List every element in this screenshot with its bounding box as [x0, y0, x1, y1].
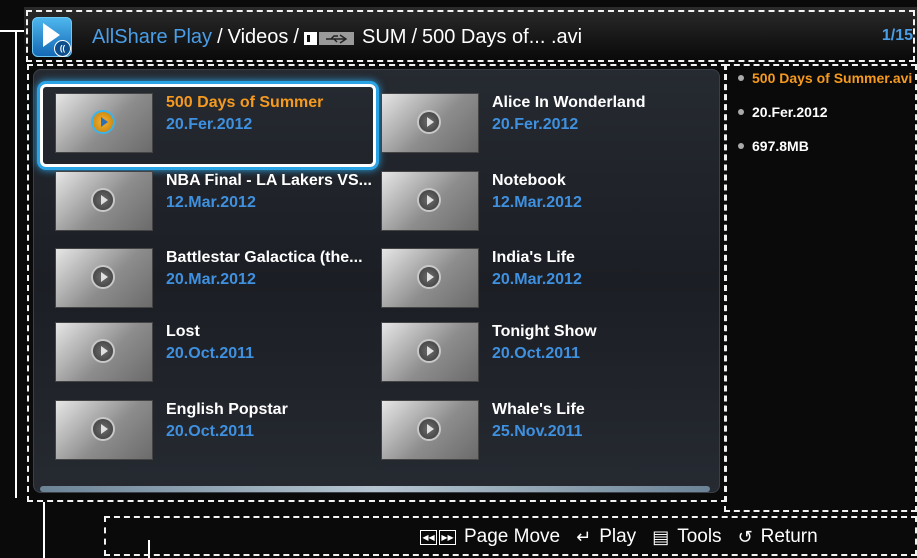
breadcrumb-app[interactable]: AllShare Play [92, 26, 212, 49]
forward-key-icon: ▶▶ [439, 529, 456, 545]
video-thumbnail [382, 172, 478, 230]
video-title: NBA Final - LA Lakers VS... [166, 172, 372, 189]
video-thumbnail [382, 94, 478, 152]
tools-icon: ▤ [652, 526, 670, 547]
return-icon: ↺ [737, 526, 753, 547]
breadcrumb-file: 500 Days of... .avi [422, 25, 583, 48]
video-thumbnail [56, 172, 152, 230]
video-item[interactable]: Alice In Wonderland 20.Fer.2012 [382, 94, 702, 162]
page-indicator: 1/15 [881, 27, 913, 44]
tools-hint[interactable]: ▤ Tools [652, 526, 721, 548]
video-date: 20.Oct.2011 [166, 423, 255, 440]
video-date: 20.Oct.2011 [492, 345, 581, 362]
breadcrumb-separator: / [293, 25, 299, 48]
video-date: 20.Mar.2012 [492, 271, 582, 288]
video-date: 20.Oct.2011 [166, 345, 255, 362]
play-icon [419, 267, 439, 287]
tools-label: Tools [677, 526, 722, 547]
play-icon [93, 190, 113, 210]
video-date: 20.Fer.2012 [166, 116, 253, 133]
breadcrumb-separator: / [217, 25, 223, 48]
page-move-label: Page Move [464, 526, 561, 547]
video-thumbnail [56, 249, 152, 307]
play-icon [419, 419, 439, 439]
video-title: India's Life [492, 249, 575, 266]
video-date: 12.Mar.2012 [166, 194, 256, 211]
video-title: Tonight Show [492, 323, 597, 340]
video-title: Battlestar Galactica (the... [166, 249, 363, 266]
rewind-key-icon: ◀◀ [420, 529, 437, 545]
info-size-text: 697.8MB [752, 138, 809, 154]
video-item[interactable]: 500 Days of Summer 20.Fer.2012 [56, 94, 376, 162]
bullet-icon [738, 75, 744, 81]
play-hint[interactable]: ↵ Play [576, 526, 636, 548]
info-filename-text: 500 Days of Summer.avi [752, 70, 913, 86]
bullet-icon [738, 109, 744, 115]
video-item[interactable]: English Popstar 20.Oct.2011 [56, 401, 376, 469]
video-item[interactable]: NBA Final - LA Lakers VS... 12.Mar.2012 [56, 172, 376, 240]
info-size: 697.8MB [738, 138, 809, 154]
page-move-hint[interactable]: ◀◀ ▶▶ Page Move [420, 526, 560, 548]
video-thumbnail [382, 401, 478, 459]
video-title: Alice In Wonderland [492, 94, 646, 111]
play-label: Play [599, 526, 637, 547]
play-icon [93, 267, 113, 287]
callout-line-left [15, 30, 17, 498]
video-item[interactable]: Notebook 12.Mar.2012 [382, 172, 702, 240]
play-icon [419, 190, 439, 210]
video-date: 25.Nov.2011 [492, 423, 583, 440]
return-hint[interactable]: ↺ Return [738, 526, 818, 548]
video-title: English Popstar [166, 401, 288, 418]
play-icon [93, 341, 113, 361]
button-guide: ◀◀ ▶▶ Page Move ↵ Play ▤ Tools ↺ Return [420, 522, 818, 552]
video-thumbnail [56, 323, 152, 381]
video-item[interactable]: Battlestar Galactica (the... 20.Mar.2012 [56, 249, 376, 317]
video-thumbnail [382, 249, 478, 307]
callout-line-panel [43, 502, 45, 558]
video-thumbnail [56, 401, 152, 459]
allshare-play-icon: (( [32, 17, 72, 57]
video-item[interactable]: Lost 20.Oct.2011 [56, 323, 376, 391]
video-thumbnail [56, 94, 152, 152]
play-icon [93, 419, 113, 439]
video-item[interactable]: India's Life 20.Mar.2012 [382, 249, 702, 317]
play-icon [419, 112, 439, 132]
breadcrumb-device[interactable]: SUM [362, 26, 406, 49]
breadcrumb-separator: / [411, 25, 417, 48]
play-icon [93, 112, 113, 132]
video-title: 500 Days of Summer [166, 94, 324, 111]
breadcrumb: AllShare Play / Videos / SUM / 500 Days … [92, 23, 582, 51]
usb-device-icon [303, 31, 354, 45]
video-title: Lost [166, 323, 200, 340]
callout-line-top [0, 30, 26, 32]
video-item[interactable]: Whale's Life 25.Nov.2011 [382, 401, 702, 469]
info-date-text: 20.Fer.2012 [752, 104, 828, 120]
bullet-icon [738, 143, 744, 149]
return-label: Return [760, 526, 818, 547]
breadcrumb-videos[interactable]: Videos [228, 26, 289, 49]
enter-icon: ↵ [576, 526, 592, 547]
info-date: 20.Fer.2012 [738, 104, 828, 120]
panel-bottom-highlight [40, 486, 710, 492]
info-filename: 500 Days of Summer.avi [738, 70, 912, 86]
video-item[interactable]: Tonight Show 20.Oct.2011 [382, 323, 702, 391]
video-title: Whale's Life [492, 401, 585, 418]
play-icon [419, 341, 439, 361]
video-thumbnail [382, 323, 478, 381]
video-date: 12.Mar.2012 [492, 194, 582, 211]
video-date: 20.Mar.2012 [166, 271, 256, 288]
video-title: Notebook [492, 172, 566, 189]
file-info-outline [724, 64, 917, 512]
video-date: 20.Fer.2012 [492, 116, 579, 133]
